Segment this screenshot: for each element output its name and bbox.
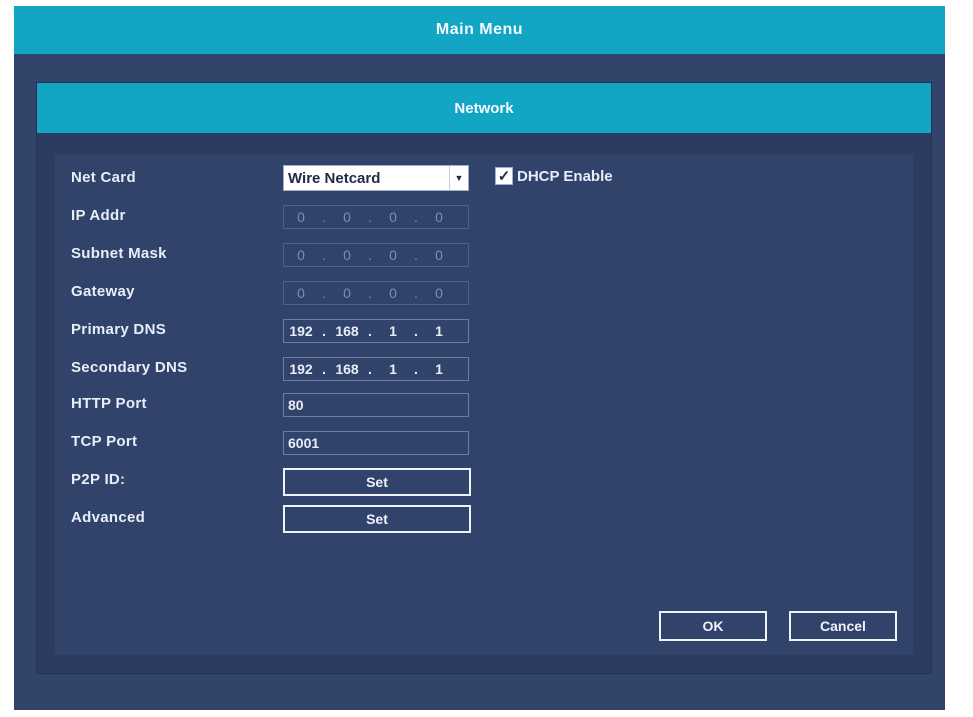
- octet-dot: .: [368, 247, 372, 263]
- gateway-octet-3: 0: [389, 285, 397, 301]
- subnet-mask-label: Subnet Mask: [71, 245, 167, 262]
- dhcp-enable-checkbox[interactable]: ✓ DHCP Enable: [495, 167, 613, 185]
- octet-dot: .: [322, 361, 326, 377]
- octet-dot: .: [414, 285, 418, 301]
- ip-octet-1: 0: [297, 209, 305, 225]
- gateway-octet-2: 0: [343, 285, 351, 301]
- octet-dot: .: [414, 323, 418, 339]
- secondary-dns-field[interactable]: 192. 168. 1. 1: [283, 357, 469, 381]
- gateway-octet-4: 0: [435, 285, 443, 301]
- secondary-dns-octet-1[interactable]: 192: [284, 361, 318, 377]
- tcp-port-value[interactable]: 6001: [284, 432, 468, 454]
- p2p-id-label: P2P ID:: [71, 471, 126, 488]
- primary-dns-octet-4[interactable]: 1: [422, 323, 456, 339]
- primary-dns-label: Primary DNS: [71, 321, 167, 338]
- ok-button[interactable]: OK: [659, 611, 767, 641]
- octet-dot: .: [322, 285, 326, 301]
- ip-octet-2: 0: [343, 209, 351, 225]
- octet-dot: .: [368, 323, 372, 339]
- octet-dot: .: [368, 209, 372, 225]
- octet-dot: .: [414, 209, 418, 225]
- tcp-port-field[interactable]: 6001: [283, 431, 469, 455]
- network-settings-panel: Net Card Wire Netcard ▼ ✓ DHCP Enable IP…: [55, 155, 913, 655]
- main-window: Main Menu Network Net Card Wire Netcard …: [14, 6, 945, 710]
- primary-dns-octet-3[interactable]: 1: [376, 323, 410, 339]
- http-port-value[interactable]: 80: [284, 394, 468, 416]
- octet-dot: .: [368, 285, 372, 301]
- secondary-dns-label: Secondary DNS: [71, 359, 188, 376]
- chevron-down-icon[interactable]: ▼: [449, 166, 468, 190]
- subnet-mask-field: 0. 0. 0. 0: [283, 243, 469, 267]
- primary-dns-octet-1[interactable]: 192: [284, 323, 318, 339]
- gateway-label: Gateway: [71, 283, 135, 300]
- subnet-octet-4: 0: [435, 247, 443, 263]
- octet-dot: .: [322, 209, 326, 225]
- network-dialog: Network Net Card Wire Netcard ▼ ✓ DHCP E…: [36, 82, 932, 674]
- ip-addr-field: 0. 0. 0. 0: [283, 205, 469, 229]
- http-port-field[interactable]: 80: [283, 393, 469, 417]
- p2p-set-button[interactable]: Set: [283, 468, 471, 496]
- http-port-label: HTTP Port: [71, 395, 147, 412]
- gateway-field: 0. 0. 0. 0: [283, 281, 469, 305]
- cancel-button[interactable]: Cancel: [789, 611, 897, 641]
- net-card-value: Wire Netcard: [288, 169, 381, 187]
- ip-octet-3: 0: [389, 209, 397, 225]
- ip-addr-label: IP Addr: [71, 207, 126, 224]
- net-card-label: Net Card: [71, 169, 136, 186]
- octet-dot: .: [322, 323, 326, 339]
- main-menu-title: Main Menu: [14, 6, 945, 54]
- dialog-title: Network: [37, 83, 931, 133]
- octet-dot: .: [322, 247, 326, 263]
- subnet-octet-1: 0: [297, 247, 305, 263]
- checkmark-icon[interactable]: ✓: [495, 167, 513, 185]
- ip-octet-4: 0: [435, 209, 443, 225]
- octet-dot: .: [414, 247, 418, 263]
- gateway-octet-1: 0: [297, 285, 305, 301]
- primary-dns-field[interactable]: 192. 168. 1. 1: [283, 319, 469, 343]
- secondary-dns-octet-4[interactable]: 1: [422, 361, 456, 377]
- advanced-label: Advanced: [71, 509, 146, 526]
- tcp-port-label: TCP Port: [71, 433, 138, 450]
- octet-dot: .: [414, 361, 418, 377]
- primary-dns-octet-2[interactable]: 168: [330, 323, 364, 339]
- secondary-dns-octet-2[interactable]: 168: [330, 361, 364, 377]
- subnet-octet-2: 0: [343, 247, 351, 263]
- dhcp-enable-label: DHCP Enable: [517, 167, 613, 185]
- secondary-dns-octet-3[interactable]: 1: [376, 361, 410, 377]
- net-card-select[interactable]: Wire Netcard ▼: [283, 165, 469, 191]
- subnet-octet-3: 0: [389, 247, 397, 263]
- octet-dot: .: [368, 361, 372, 377]
- advanced-set-button[interactable]: Set: [283, 505, 471, 533]
